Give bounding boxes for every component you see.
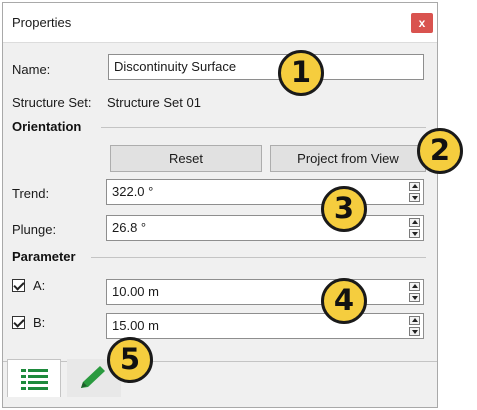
trend-label: Trend: <box>12 186 50 201</box>
structure-set-value: Structure Set 01 <box>107 95 201 110</box>
spin-up-icon[interactable] <box>409 316 420 325</box>
properties-panel: Properties x Name: Discontinuity Surface… <box>2 2 438 408</box>
list-icon <box>21 369 48 390</box>
spin-up-icon[interactable] <box>409 218 420 227</box>
plunge-label: Plunge: <box>12 222 57 237</box>
reset-button[interactable]: Reset <box>110 145 262 172</box>
name-input[interactable]: Discontinuity Surface <box>108 54 424 80</box>
b-label: B: <box>33 315 46 330</box>
close-button[interactable]: x <box>411 13 433 33</box>
orientation-divider <box>101 127 426 128</box>
trend-spin-buttons[interactable] <box>409 182 420 202</box>
spin-up-icon[interactable] <box>409 182 420 191</box>
plunge-spin-buttons[interactable] <box>409 218 420 238</box>
spin-down-icon[interactable] <box>409 193 420 202</box>
tab-properties[interactable] <box>7 359 61 397</box>
b-checkbox[interactable] <box>12 316 25 329</box>
a-spin-buttons[interactable] <box>409 282 420 302</box>
spin-up-icon[interactable] <box>409 282 420 291</box>
b-spinbox[interactable]: 15.00 m <box>106 313 424 339</box>
plunge-value: 26.8 ° <box>112 220 147 235</box>
name-label: Name: <box>12 62 51 77</box>
a-label: A: <box>33 278 46 293</box>
trend-spinbox[interactable]: 322.0 ° <box>106 179 424 205</box>
orientation-header: Orientation <box>12 119 82 134</box>
b-value: 15.00 m <box>112 318 159 333</box>
callout-3: 3 <box>321 186 367 232</box>
callout-5: 5 <box>107 337 153 383</box>
b-spin-buttons[interactable] <box>409 316 420 336</box>
title-bar: Properties x <box>3 3 437 43</box>
callout-1: 1 <box>278 50 324 96</box>
spin-down-icon[interactable] <box>409 293 420 302</box>
callout-2: 2 <box>417 128 463 174</box>
parameter-header: Parameter <box>12 249 76 264</box>
spin-down-icon[interactable] <box>409 229 420 238</box>
trend-value: 322.0 ° <box>112 184 154 199</box>
plunge-spinbox[interactable]: 26.8 ° <box>106 215 424 241</box>
structure-set-label: Structure Set: <box>12 95 92 110</box>
a-value: 10.00 m <box>112 284 159 299</box>
callout-4: 4 <box>321 278 367 324</box>
a-checkbox[interactable] <box>12 279 25 292</box>
spin-down-icon[interactable] <box>409 327 420 336</box>
a-spinbox[interactable]: 10.00 m <box>106 279 424 305</box>
parameter-divider <box>91 257 426 258</box>
project-from-view-button[interactable]: Project from View <box>270 145 426 172</box>
panel-title: Properties <box>12 15 72 30</box>
